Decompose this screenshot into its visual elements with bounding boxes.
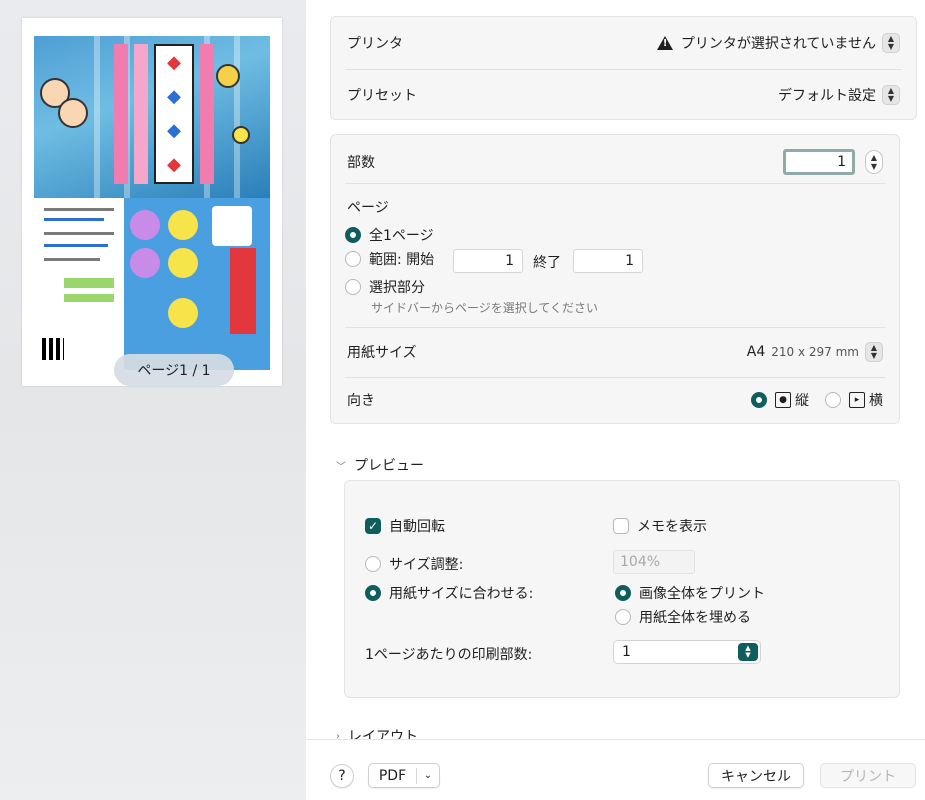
show-notes-checkbox[interactable] [613, 518, 629, 534]
print-options-group: 部数 1 ▲ ▼ ページ 全1ページ 範囲: 開始 1 終了 1 選択部分 サイド… [330, 134, 900, 424]
printer-group: プリンタ プリンタが選択されていません ▲▼ プリセット デフォルト設定 ▲▼ [330, 16, 917, 120]
portrait-icon: ● [775, 392, 791, 408]
scale-label: サイズ調整: [389, 557, 464, 573]
pages-selection-option[interactable]: 選択部分 [345, 277, 425, 297]
pages-label: ページ [347, 200, 389, 216]
copies-input[interactable]: 1 [783, 149, 855, 175]
preset-select[interactable]: デフォルト設定 ▲ ▼ [778, 85, 900, 105]
orientation-portrait-label: 縦 [795, 393, 809, 409]
auto-rotate-checkbox[interactable]: ✓ [365, 518, 381, 534]
pages-range-label: 範囲: 開始 [369, 252, 435, 268]
pages-all-radio[interactable] [345, 227, 361, 243]
page-thumbnail[interactable]: ◆ ◆ ◆ ◆ ページ1 / 1 [22, 18, 282, 386]
pages-all-label: 全1ページ [369, 228, 434, 244]
orientation-portrait-radio[interactable] [751, 392, 767, 408]
preview-sidebar: ◆ ◆ ◆ ◆ ページ1 / 1 [0, 0, 306, 800]
pages-selection-hint: サイドバーからページを選択してください [371, 301, 599, 315]
print-entire-radio[interactable] [615, 585, 631, 601]
cancel-button[interactable]: キャンセル [708, 763, 804, 788]
copies-per-page-label: 1ページあたりの印刷部数: [365, 647, 533, 663]
preview-disclosure[interactable]: ﹀ プレビュー [336, 455, 424, 475]
scale-input[interactable]: 104% [613, 550, 695, 574]
fill-paper-label: 用紙全体を埋める [639, 610, 751, 626]
scale-option[interactable]: サイズ調整: [365, 554, 463, 574]
pdf-menu-button[interactable]: PDF ⌄ [368, 763, 440, 788]
pages-selection-radio[interactable] [345, 279, 361, 295]
landscape-icon: ▸ [849, 392, 865, 408]
print-entire-label: 画像全体をプリント [639, 586, 765, 602]
chevron-down-icon: ﹀ [336, 461, 346, 473]
flyer-preview-image: ◆ ◆ ◆ ◆ [34, 36, 270, 370]
paper-size-stepper-icon: ▲ ▼ [865, 342, 883, 362]
fit-radio[interactable] [365, 585, 381, 601]
orientation-landscape-label: 横 [869, 393, 883, 409]
dialog-footer: ? PDF ⌄ キャンセル プリント [306, 739, 925, 800]
printer-label: プリンタ [347, 36, 403, 52]
fit-label: 用紙サイズに合わせる: [389, 586, 534, 602]
preview-section-title: プレビュー [354, 458, 424, 474]
warning-triangle-icon [656, 36, 673, 50]
copies-per-page-select[interactable]: 1 ▲ ▼ [613, 640, 761, 664]
page-indicator: ページ1 / 1 [114, 354, 234, 386]
help-button[interactable]: ? [330, 764, 354, 788]
preset-value: デフォルト設定 [778, 88, 876, 104]
paper-size-value: A4 [746, 344, 766, 360]
copies-per-page-value: 1 [622, 644, 631, 660]
fill-paper-radio[interactable] [615, 609, 631, 625]
printer-select-stepper-icon: ▲ ▼ [882, 33, 900, 53]
pages-range-radio[interactable] [345, 251, 361, 267]
pages-all-option[interactable]: 全1ページ [345, 225, 434, 245]
preset-select-stepper-icon: ▲ ▼ [882, 85, 900, 105]
copies-stepper[interactable]: ▲ ▼ [865, 150, 883, 174]
fit-option[interactable]: 用紙サイズに合わせる: [365, 583, 533, 603]
paper-size-dimensions: 210 x 297 mm [771, 345, 859, 359]
copies-label: 部数 [347, 155, 375, 171]
orientation-label: 向き [347, 393, 375, 409]
pdf-button-label: PDF [369, 767, 417, 784]
qr-code-icon [42, 338, 64, 360]
fill-paper-option[interactable]: 用紙全体を埋める [615, 607, 751, 627]
flyer-title-graphic: ◆ ◆ ◆ ◆ [154, 44, 194, 184]
preset-label: プリセット [347, 88, 417, 104]
range-start-input[interactable]: 1 [453, 249, 523, 273]
pages-selection-label: 選択部分 [369, 280, 425, 296]
show-notes-label: メモを表示 [637, 519, 707, 535]
pages-range-option[interactable]: 範囲: 開始 [345, 249, 434, 269]
print-entire-option[interactable]: 画像全体をプリント [615, 583, 765, 603]
print-settings-pane: プリンタ プリンタが選択されていません ▲▼ プリセット デフォルト設定 ▲▼ … [306, 0, 925, 800]
flyer-pool-image: ◆ ◆ ◆ ◆ [34, 36, 270, 198]
print-button[interactable]: プリント [820, 763, 916, 788]
scale-radio[interactable] [365, 556, 381, 572]
chevron-down-icon: ⌄ [423, 770, 433, 781]
select-stepper-icon: ▲ ▼ [738, 643, 758, 661]
range-end-input[interactable]: 1 [573, 249, 643, 273]
range-end-label: 終了 [533, 255, 561, 271]
show-notes-option[interactable]: メモを表示 [613, 516, 707, 536]
orientation-landscape-radio[interactable] [825, 392, 841, 408]
auto-rotate-option[interactable]: ✓ 自動回転 [365, 516, 445, 536]
preview-options-group: ✓ 自動回転 メモを表示 サイズ調整: 104% 用紙サイズに合わせる: 画像全… [344, 480, 900, 698]
printer-select[interactable]: プリンタが選択されていません ▲▼ [656, 33, 900, 53]
auto-rotate-label: 自動回転 [389, 519, 445, 535]
flyer-info-section [34, 198, 270, 370]
paper-size-label: 用紙サイズ [347, 345, 417, 361]
paper-size-select[interactable]: A4 210 x 297 mm ▲ ▼ [747, 342, 883, 362]
printer-value: プリンタが選択されていません [680, 36, 876, 52]
